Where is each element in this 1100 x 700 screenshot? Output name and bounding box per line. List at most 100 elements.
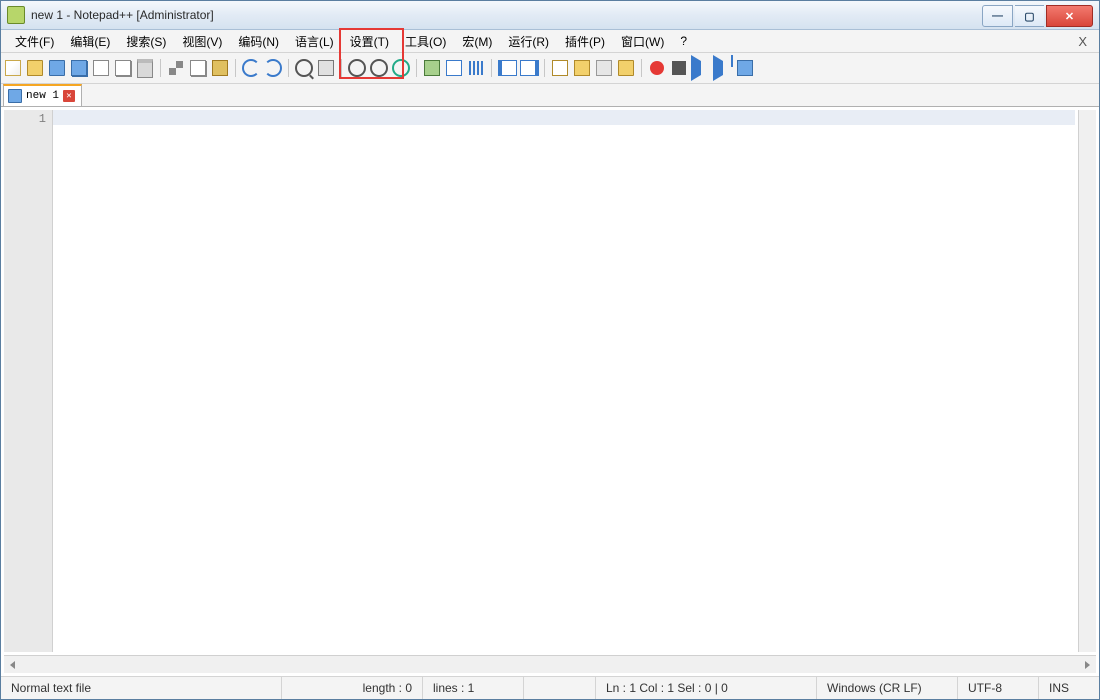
toolbar-separator (235, 59, 236, 77)
play-macro-button[interactable] (691, 58, 711, 78)
toolbar-separator (641, 59, 642, 77)
menu-run[interactable]: 运行(R) (500, 31, 557, 52)
close-file-icon (93, 60, 109, 76)
save-macro-button[interactable] (735, 58, 755, 78)
menu-settings[interactable]: 设置(T) (342, 31, 397, 52)
menu-edit[interactable]: 编辑(E) (62, 31, 118, 52)
menu-search[interactable]: 搜索(S) (118, 31, 174, 52)
redo-button[interactable] (263, 58, 283, 78)
sync-v-icon (392, 59, 410, 77)
toolbar-separator (416, 59, 417, 77)
open-file-icon (27, 60, 43, 76)
tab-new-1[interactable]: new 1 ✕ (3, 84, 82, 106)
save-macro-icon (737, 60, 753, 76)
save-all-icon (71, 60, 87, 76)
toolbar-separator (341, 59, 342, 77)
status-eol: Windows (CR LF) (817, 677, 958, 699)
status-position: Ln : 1 Col : 1 Sel : 0 | 0 (595, 677, 817, 699)
save-file-button[interactable] (47, 58, 67, 78)
func-list-button[interactable] (572, 58, 592, 78)
close-icon: ✕ (1065, 10, 1074, 23)
maximize-icon: ▢ (1024, 10, 1034, 23)
close-all-button[interactable] (113, 58, 133, 78)
close-window-button[interactable]: ✕ (1046, 5, 1093, 27)
status-lines: lines : 1 (423, 677, 523, 699)
zoom-out-icon (370, 59, 388, 77)
tab-label: new 1 (26, 90, 59, 102)
play-multi-icon (713, 55, 733, 81)
print-button[interactable] (135, 58, 155, 78)
copy-button[interactable] (188, 58, 208, 78)
lang-user-button[interactable] (497, 58, 517, 78)
find-button[interactable] (294, 58, 314, 78)
paste-button[interactable] (210, 58, 230, 78)
monitor-icon (618, 60, 634, 76)
menubar: 文件(F) 编辑(E) 搜索(S) 视图(V) 编码(N) 语言(L) 设置(T… (1, 30, 1099, 53)
undo-button[interactable] (241, 58, 261, 78)
copy-icon (190, 60, 206, 76)
save-all-button[interactable] (69, 58, 89, 78)
toolbar (1, 53, 1099, 84)
menu-encoding[interactable]: 编码(N) (230, 31, 287, 52)
stop-macro-button[interactable] (669, 58, 689, 78)
word-wrap-button[interactable] (422, 58, 442, 78)
cut-button[interactable] (166, 58, 186, 78)
folder-panel-button[interactable] (594, 58, 614, 78)
status-filetype: Normal text file (1, 677, 282, 699)
text-editor[interactable] (53, 110, 1075, 652)
record-macro-button[interactable] (647, 58, 667, 78)
indent-guide-icon (469, 61, 483, 75)
app-window: new 1 - Notepad++ [Administrator] ― ▢ ✕ … (0, 0, 1100, 700)
paste-icon (212, 60, 228, 76)
find-icon (295, 59, 313, 77)
menu-tools[interactable]: 工具(O) (397, 31, 454, 52)
folder-panel-icon (596, 60, 612, 76)
doc-list-icon (552, 60, 568, 76)
menu-plugins[interactable]: 插件(P) (557, 31, 613, 52)
monitor-button[interactable] (616, 58, 636, 78)
play-multi-button[interactable] (713, 58, 733, 78)
menu-window[interactable]: 窗口(W) (613, 31, 672, 52)
print-icon (137, 59, 153, 78)
menu-view[interactable]: 视图(V) (174, 31, 230, 52)
menu-help[interactable]: ? (672, 32, 695, 50)
sync-v-button[interactable] (391, 58, 411, 78)
scroll-right-button[interactable] (1079, 656, 1096, 673)
word-wrap-icon (424, 60, 440, 76)
vertical-scrollbar[interactable] (1078, 110, 1096, 652)
zoom-out-button[interactable] (369, 58, 389, 78)
zoom-in-button[interactable] (347, 58, 367, 78)
status-encoding: UTF-8 (958, 677, 1039, 699)
maximize-button[interactable]: ▢ (1015, 5, 1044, 27)
window-title: new 1 - Notepad++ [Administrator] (31, 8, 982, 22)
menu-file[interactable]: 文件(F) (7, 31, 62, 52)
scroll-track[interactable] (21, 656, 1079, 673)
menu-macro[interactable]: 宏(M) (454, 31, 500, 52)
lang-user-icon (498, 60, 517, 76)
new-file-button[interactable] (3, 58, 23, 78)
save-file-icon (49, 60, 65, 76)
horizontal-scrollbar[interactable] (4, 655, 1096, 673)
open-file-button[interactable] (25, 58, 45, 78)
replace-button[interactable] (316, 58, 336, 78)
zoom-in-icon (348, 59, 366, 77)
chevron-left-icon (10, 661, 15, 669)
doc-list-button[interactable] (550, 58, 570, 78)
scroll-left-button[interactable] (4, 656, 21, 673)
menu-language[interactable]: 语言(L) (287, 31, 342, 52)
indent-guide-button[interactable] (466, 58, 486, 78)
editor-area: 1 (1, 107, 1099, 655)
line-number-gutter: 1 (4, 110, 53, 652)
toolbar-separator (160, 59, 161, 77)
menubar-close-button[interactable]: X (1072, 34, 1093, 49)
minimize-button[interactable]: ― (982, 5, 1013, 27)
status-length: length : 0 (282, 677, 423, 699)
close-file-button[interactable] (91, 58, 111, 78)
close-all-icon (115, 60, 131, 76)
tab-close-button[interactable]: ✕ (63, 90, 75, 102)
all-chars-button[interactable] (444, 58, 464, 78)
toolbar-separator (288, 59, 289, 77)
tabbar: new 1 ✕ (1, 84, 1099, 107)
window-controls: ― ▢ ✕ (982, 5, 1095, 25)
doc-map-button[interactable] (519, 58, 539, 78)
